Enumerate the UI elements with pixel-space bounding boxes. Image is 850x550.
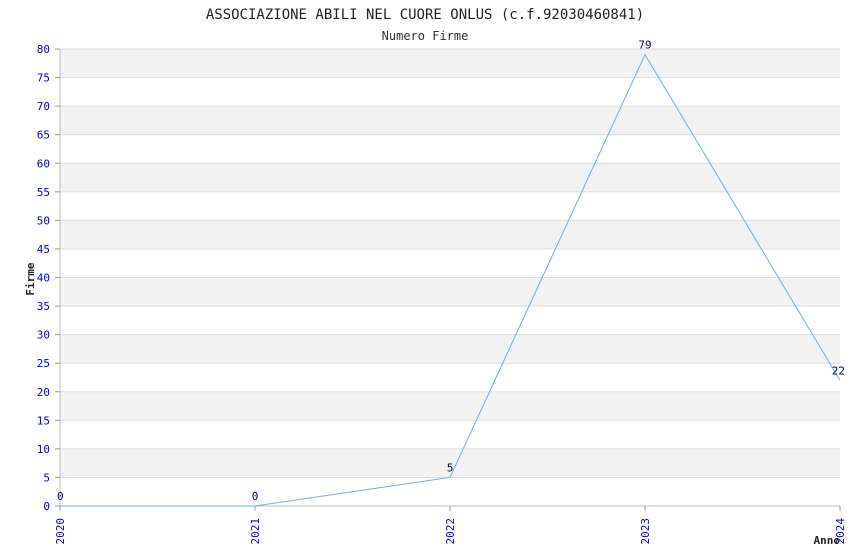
- data-label: 79: [638, 39, 651, 52]
- chart-subtitle: Numero Firme: [382, 29, 469, 43]
- background-band: [60, 163, 840, 192]
- y-tick-label: 75: [37, 72, 50, 85]
- y-tick-label: 25: [37, 357, 50, 370]
- background-band: [60, 391, 840, 421]
- background-band: [60, 220, 840, 249]
- y-tick-label: 10: [37, 443, 50, 456]
- y-tick-label: 5: [43, 471, 50, 484]
- background-band: [60, 106, 840, 135]
- y-tick-label: 30: [37, 329, 50, 342]
- background-band: [60, 49, 840, 78]
- y-tick-label: 35: [37, 300, 50, 313]
- data-label: 0: [252, 490, 259, 503]
- x-axis-ticks: 2020 2021 2022 2023 2024: [54, 506, 847, 545]
- y-axis-label: Firme: [24, 262, 37, 295]
- y-tick-label: 65: [37, 129, 50, 142]
- x-axis-label: Anno: [814, 534, 841, 547]
- y-tick-label: 60: [37, 157, 50, 170]
- y-tick-label: 80: [37, 43, 50, 56]
- plot-background-bands: [60, 49, 840, 478]
- y-tick-label: 20: [37, 386, 50, 399]
- x-tick-label: 2021: [249, 518, 262, 545]
- y-axis-ticks: 0 5 10 15 20 25 30 35 40 45 50 55 60 65 70 75 80: [37, 43, 60, 513]
- y-tick-label: 45: [37, 243, 50, 256]
- y-tick-label: 15: [37, 414, 50, 427]
- data-label: 5: [447, 461, 454, 474]
- y-tick-label: 40: [37, 272, 50, 285]
- chart-title: ASSOCIAZIONE ABILI NEL CUORE ONLUS (c.f.…: [206, 7, 644, 23]
- y-tick-label: 0: [43, 500, 50, 513]
- background-band: [60, 334, 840, 364]
- y-tick-label: 50: [37, 214, 50, 227]
- x-tick-label: 2020: [54, 518, 67, 545]
- x-tick-label: 2022: [444, 518, 457, 545]
- x-tick-label: 2023: [639, 518, 652, 545]
- line-chart: 05101520253035404550556065707580 2020 202…: [24, 7, 847, 547]
- data-label: 0: [57, 490, 64, 503]
- data-label: 22: [832, 364, 845, 377]
- background-band: [60, 277, 840, 307]
- y-tick-label: 70: [37, 100, 50, 113]
- y-tick-label: 55: [37, 186, 50, 199]
